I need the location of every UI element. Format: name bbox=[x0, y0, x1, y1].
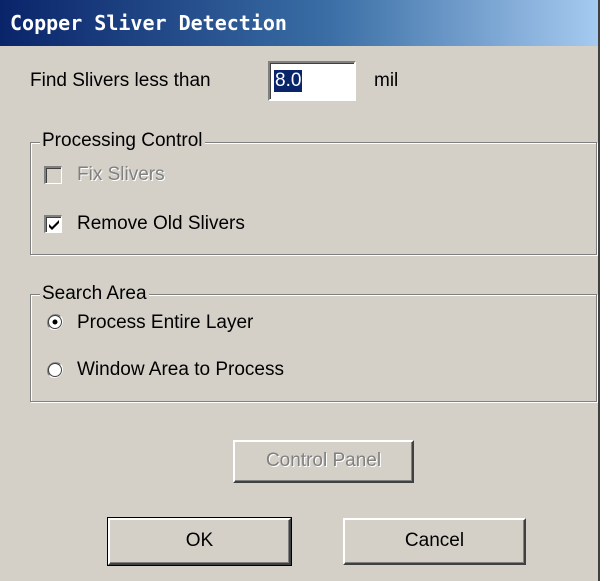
window-area-label: Window Area to Process bbox=[77, 359, 284, 380]
title-bar[interactable]: Copper Sliver Detection bbox=[0, 0, 598, 46]
radio-dot-icon bbox=[52, 319, 58, 325]
remove-old-slivers-checkbox[interactable] bbox=[44, 215, 62, 233]
control-panel-button[interactable]: Control Panel bbox=[233, 440, 414, 483]
cancel-button[interactable]: Cancel bbox=[343, 518, 526, 565]
cancel-label: Cancel bbox=[404, 530, 465, 551]
threshold-label: Find Slivers less than bbox=[30, 70, 211, 91]
threshold-input[interactable]: 8.0 bbox=[268, 61, 356, 101]
ok-button[interactable]: OK bbox=[107, 517, 292, 566]
dialog-window: Copper Sliver Detection Find Slivers les… bbox=[0, 0, 600, 581]
process-entire-layer-label: Process Entire Layer bbox=[77, 312, 254, 333]
search-area-title: Search Area bbox=[40, 283, 149, 305]
checkmark-icon bbox=[49, 220, 59, 230]
ok-label: OK bbox=[185, 530, 214, 551]
search-area-group bbox=[30, 294, 597, 402]
fix-slivers-checkbox[interactable] bbox=[44, 166, 62, 184]
window-title: Copper Sliver Detection bbox=[10, 11, 287, 35]
window-area-radio[interactable] bbox=[46, 361, 64, 379]
fix-slivers-label: Fix Slivers bbox=[77, 164, 165, 185]
control-panel-label: Control Panel bbox=[265, 450, 382, 471]
threshold-value: 8.0 bbox=[274, 70, 303, 92]
threshold-unit: mil bbox=[374, 70, 399, 91]
process-entire-layer-radio[interactable] bbox=[46, 313, 64, 331]
remove-old-slivers-label: Remove Old Slivers bbox=[77, 213, 245, 234]
processing-control-title: Processing Control bbox=[40, 130, 205, 152]
processing-control-group bbox=[30, 142, 597, 255]
